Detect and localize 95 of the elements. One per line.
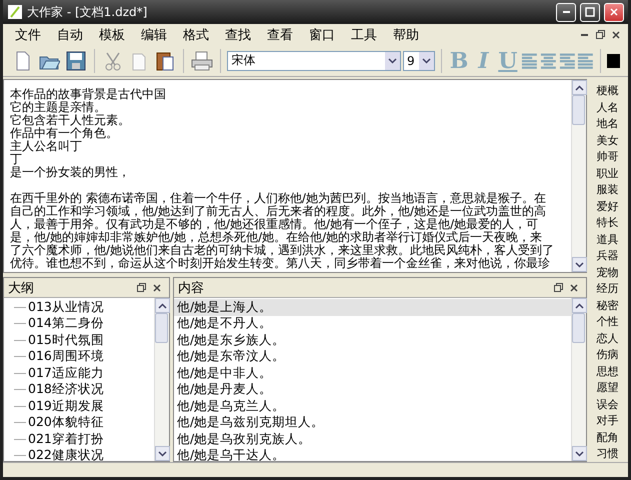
- minimize-icon: [580, 34, 588, 36]
- menu-item[interactable]: 格式: [175, 26, 217, 44]
- outline-item[interactable]: 015时代氛围: [28, 332, 104, 349]
- outline-item[interactable]: 017适应能力: [28, 364, 104, 382]
- menu-item[interactable]: 自动: [49, 26, 91, 44]
- outline-item[interactable]: 020体貌特征: [28, 414, 104, 432]
- scroll-thumb[interactable]: [154, 313, 168, 343]
- side-tab[interactable]: 对手: [596, 413, 618, 430]
- menu-item[interactable]: 查看: [259, 26, 301, 44]
- text-line: 它的主题是亲情。: [10, 101, 107, 114]
- scroll-thumb[interactable]: [572, 313, 584, 343]
- menu-item[interactable]: 模板: [91, 26, 133, 44]
- scroll-down-button[interactable]: [572, 257, 586, 272]
- scroll-up-button[interactable]: [572, 298, 586, 313]
- side-tab[interactable]: 误会: [596, 396, 618, 413]
- outline-item[interactable]: 022健康状况: [28, 447, 104, 461]
- side-tab[interactable]: 服装: [596, 182, 618, 198]
- minimize-button[interactable]: [556, 2, 576, 22]
- scroll-thumb[interactable]: [572, 95, 584, 125]
- side-tab[interactable]: 人名: [596, 100, 618, 116]
- app-icon: [7, 4, 23, 20]
- side-tab[interactable]: 地名: [596, 116, 618, 132]
- side-tab[interactable]: 习惯: [596, 446, 618, 462]
- outline-item[interactable]: 018经济状况: [28, 381, 104, 398]
- copy-icon: [130, 50, 147, 70]
- side-tab[interactable]: 秘密: [596, 298, 618, 314]
- close-button[interactable]: [604, 2, 624, 22]
- scroll-up-button[interactable]: [154, 298, 170, 313]
- page-icon: [16, 50, 30, 70]
- scrollbar[interactable]: [154, 298, 169, 461]
- side-tab[interactable]: 个性: [596, 314, 618, 330]
- close-icon: [153, 284, 161, 292]
- side-tab[interactable]: 道具: [596, 232, 618, 248]
- side-tab[interactable]: 兵器: [596, 248, 618, 264]
- maximize-button[interactable]: [580, 2, 600, 22]
- side-tab[interactable]: 美女: [596, 132, 618, 149]
- panel-title: 内容: [178, 280, 205, 296]
- menu-item[interactable]: 查找: [217, 26, 259, 44]
- scrollbar[interactable]: [571, 80, 586, 272]
- close-icon: [612, 30, 620, 38]
- content-item[interactable]: 他/她是上海人。: [174, 299, 571, 316]
- side-tab[interactable]: 伤病: [596, 347, 618, 364]
- minimize-icon: [562, 11, 570, 13]
- content-item[interactable]: 他/她是不丹人。: [174, 316, 571, 332]
- scroll-down-button[interactable]: [572, 446, 586, 461]
- text-line: 主人公名叫丁: [10, 140, 83, 153]
- font-size-dropdown[interactable]: 9: [402, 50, 435, 70]
- scissors-icon: [102, 50, 123, 70]
- side-tab[interactable]: 思想: [596, 364, 618, 380]
- menu-item[interactable]: 帮助: [385, 26, 427, 44]
- font-dropdown[interactable]: 宋体: [227, 50, 401, 70]
- text-line: 了六个魔术师，他/她说他们来自古老的可纳卡城，遇到洪水，来这里求救。此地民风纯朴，客人受到了: [10, 244, 556, 257]
- outline-item[interactable]: 014第二身份: [28, 315, 104, 332]
- color-swatch-icon[interactable]: [606, 54, 620, 68]
- side-tab[interactable]: 特长: [596, 215, 618, 232]
- side-tab[interactable]: 愿望: [596, 380, 618, 396]
- restore-icon: [596, 30, 604, 39]
- restore-icon: [554, 283, 562, 292]
- text-line: 自己的工作和学习领域，他/她达到了前无古人、后无来者的程度。此外，他/她还是一位武功盖世的高: [10, 205, 548, 218]
- side-tab[interactable]: 宠物: [596, 264, 618, 281]
- text-line: 在西千里外的 索德布诺帝国，住着一个牛仔，人们称他/她为茜巴列。按当地语言，意思就是猴子。在: [10, 192, 547, 205]
- text-line: 优待。谁也想不到，命运从这个时刻开始发生转变。第八天，同乡带着一个金丝雀，来对他说，你最珍: [10, 257, 551, 270]
- window-title: 大作家 - [文档1.dzd*]: [27, 4, 148, 20]
- outline-item[interactable]: 021穿着打扮: [28, 430, 104, 448]
- close-icon: [610, 8, 618, 16]
- scroll-up-button[interactable]: [572, 80, 586, 95]
- side-tab[interactable]: 职业: [596, 166, 618, 182]
- side-tab[interactable]: 经历: [596, 281, 618, 298]
- text-line: 是，他/她的婶婶却非常嫉妒他/她，总想杀死他/她。在给他/她的求助者举行订婚仪式后一天夜晚，来: [10, 231, 544, 244]
- side-tab[interactable]: 配角: [596, 430, 618, 446]
- scroll-down-button[interactable]: [154, 446, 170, 461]
- menu-item[interactable]: 窗口: [301, 26, 343, 44]
- text-line: 是一个扮女装的男性，: [10, 166, 131, 179]
- text-line: 人，最善于用斧。仅有武功是不够的，他/她还很重感情。他/她有一个侄子，这是他/她最爱的人，可: [10, 218, 540, 231]
- outline-item[interactable]: 019近期发展: [28, 398, 104, 415]
- menu-item[interactable]: 编辑: [133, 26, 175, 44]
- side-tab[interactable]: 爱好: [596, 198, 618, 215]
- scrollbar[interactable]: [571, 298, 586, 461]
- side-tab[interactable]: 恋人: [596, 330, 618, 347]
- printer-icon: [191, 50, 214, 70]
- menu-item[interactable]: 工具: [343, 26, 385, 44]
- close-icon: [570, 284, 578, 292]
- maximize-icon: [585, 7, 595, 17]
- side-tab[interactable]: 梗概: [596, 83, 618, 100]
- text-line: 它包含若干人性元素。: [10, 114, 131, 127]
- text-line: 作品中有一个角色。: [10, 127, 119, 140]
- restore-icon: [136, 283, 146, 292]
- side-tab[interactable]: 帅哥: [596, 149, 618, 166]
- outline-item[interactable]: 013从业情况: [28, 298, 104, 316]
- text-line: 本作品的故事背景是古代中国: [10, 88, 167, 101]
- panel-title: 大纲: [8, 280, 35, 296]
- text-line: 丁: [10, 153, 23, 166]
- outline-item[interactable]: 016周围环境: [28, 348, 104, 366]
- paste-icon: [155, 50, 176, 72]
- menu-item[interactable]: 文件: [7, 26, 49, 44]
